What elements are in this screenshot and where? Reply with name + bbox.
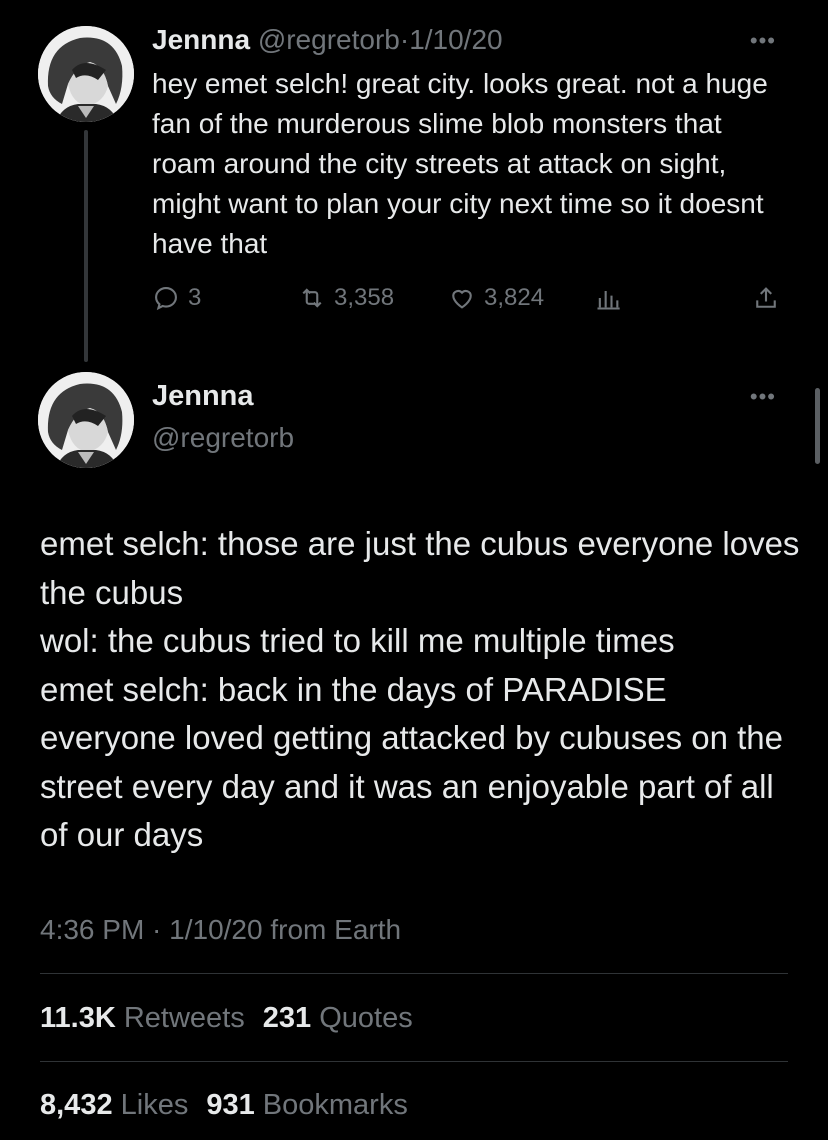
divider [40, 973, 788, 974]
divider [40, 1061, 788, 1062]
retweet-count: 3,358 [334, 284, 395, 311]
tweet-line: wol: the cubus tried to kill me multiple… [40, 622, 675, 659]
more-options-icon[interactable]: ••• [750, 386, 776, 408]
retweet-icon [302, 288, 322, 308]
reply-icon [155, 287, 177, 311]
analytics-icon [597, 291, 620, 310]
retweets-count: 11.3K [40, 1002, 116, 1034]
main-tweet-text: emet selch: those are just the cubus eve… [40, 520, 800, 860]
main-display-name[interactable]: Jennna [152, 378, 254, 414]
more-options-icon[interactable]: ••• [750, 30, 776, 52]
bookmarks-stat[interactable]: 931 Bookmarks [206, 1089, 426, 1121]
reply-button[interactable]: 3 [152, 284, 201, 312]
quotes-label: Quotes [319, 1002, 413, 1034]
share-icon [756, 287, 776, 308]
like-button[interactable]: 3,824 [448, 284, 544, 312]
reply-date[interactable]: 1/10/20 [409, 24, 502, 55]
reply-tweet-text: hey emet selch! great city. looks great.… [152, 68, 768, 259]
heart-icon [452, 289, 472, 309]
scrollbar[interactable] [815, 388, 820, 464]
avatar-main-tweet[interactable] [38, 372, 134, 468]
retweets-label: Retweets [123, 1002, 245, 1034]
avatar-reply-tweet[interactable] [38, 26, 134, 122]
reply-count: 3 [188, 284, 202, 311]
likes-count: 8,432 [40, 1089, 113, 1121]
header-separator: · [399, 24, 410, 55]
quotes-count: 231 [262, 1002, 312, 1034]
retweet-button[interactable]: 3,358 [298, 284, 394, 312]
tweet-timestamp[interactable]: 4:36 PM · 1/10/20 from Earth [40, 912, 401, 948]
thread-connector-line [84, 130, 88, 362]
quotes-stat[interactable]: 231 Quotes [263, 1002, 431, 1034]
bookmarks-label: Bookmarks [262, 1089, 408, 1121]
likes-bookmarks-stats: 8,432 Likes 931 Bookmarks [40, 1087, 426, 1123]
retweet-quote-stats: 11.3K Retweets 231 Quotes [40, 1000, 431, 1036]
analytics-button[interactable] [594, 284, 630, 312]
share-button[interactable] [752, 284, 788, 312]
reply-tweet-actions: 3 3,358 3,824 [152, 284, 792, 320]
avatar-image [38, 26, 134, 122]
retweets-stat[interactable]: 11.3K Retweets [40, 1002, 263, 1034]
reply-tweet-header: Jennna @regretorb·1/10/20 [152, 22, 503, 58]
reply-handle[interactable]: @regretorb [258, 24, 400, 55]
tweet-line: emet selch: back in the days of PARADISE… [40, 670, 783, 854]
main-handle[interactable]: @regretorb [152, 420, 294, 456]
likes-stat[interactable]: 8,432 Likes [40, 1089, 206, 1121]
reply-display-name[interactable]: Jennna [152, 24, 250, 55]
avatar-image [38, 372, 134, 468]
bookmarks-count: 931 [206, 1089, 255, 1121]
likes-label: Likes [120, 1089, 189, 1121]
tweet-line: emet selch: those are just the cubus eve… [40, 525, 800, 611]
like-count: 3,824 [484, 284, 545, 311]
